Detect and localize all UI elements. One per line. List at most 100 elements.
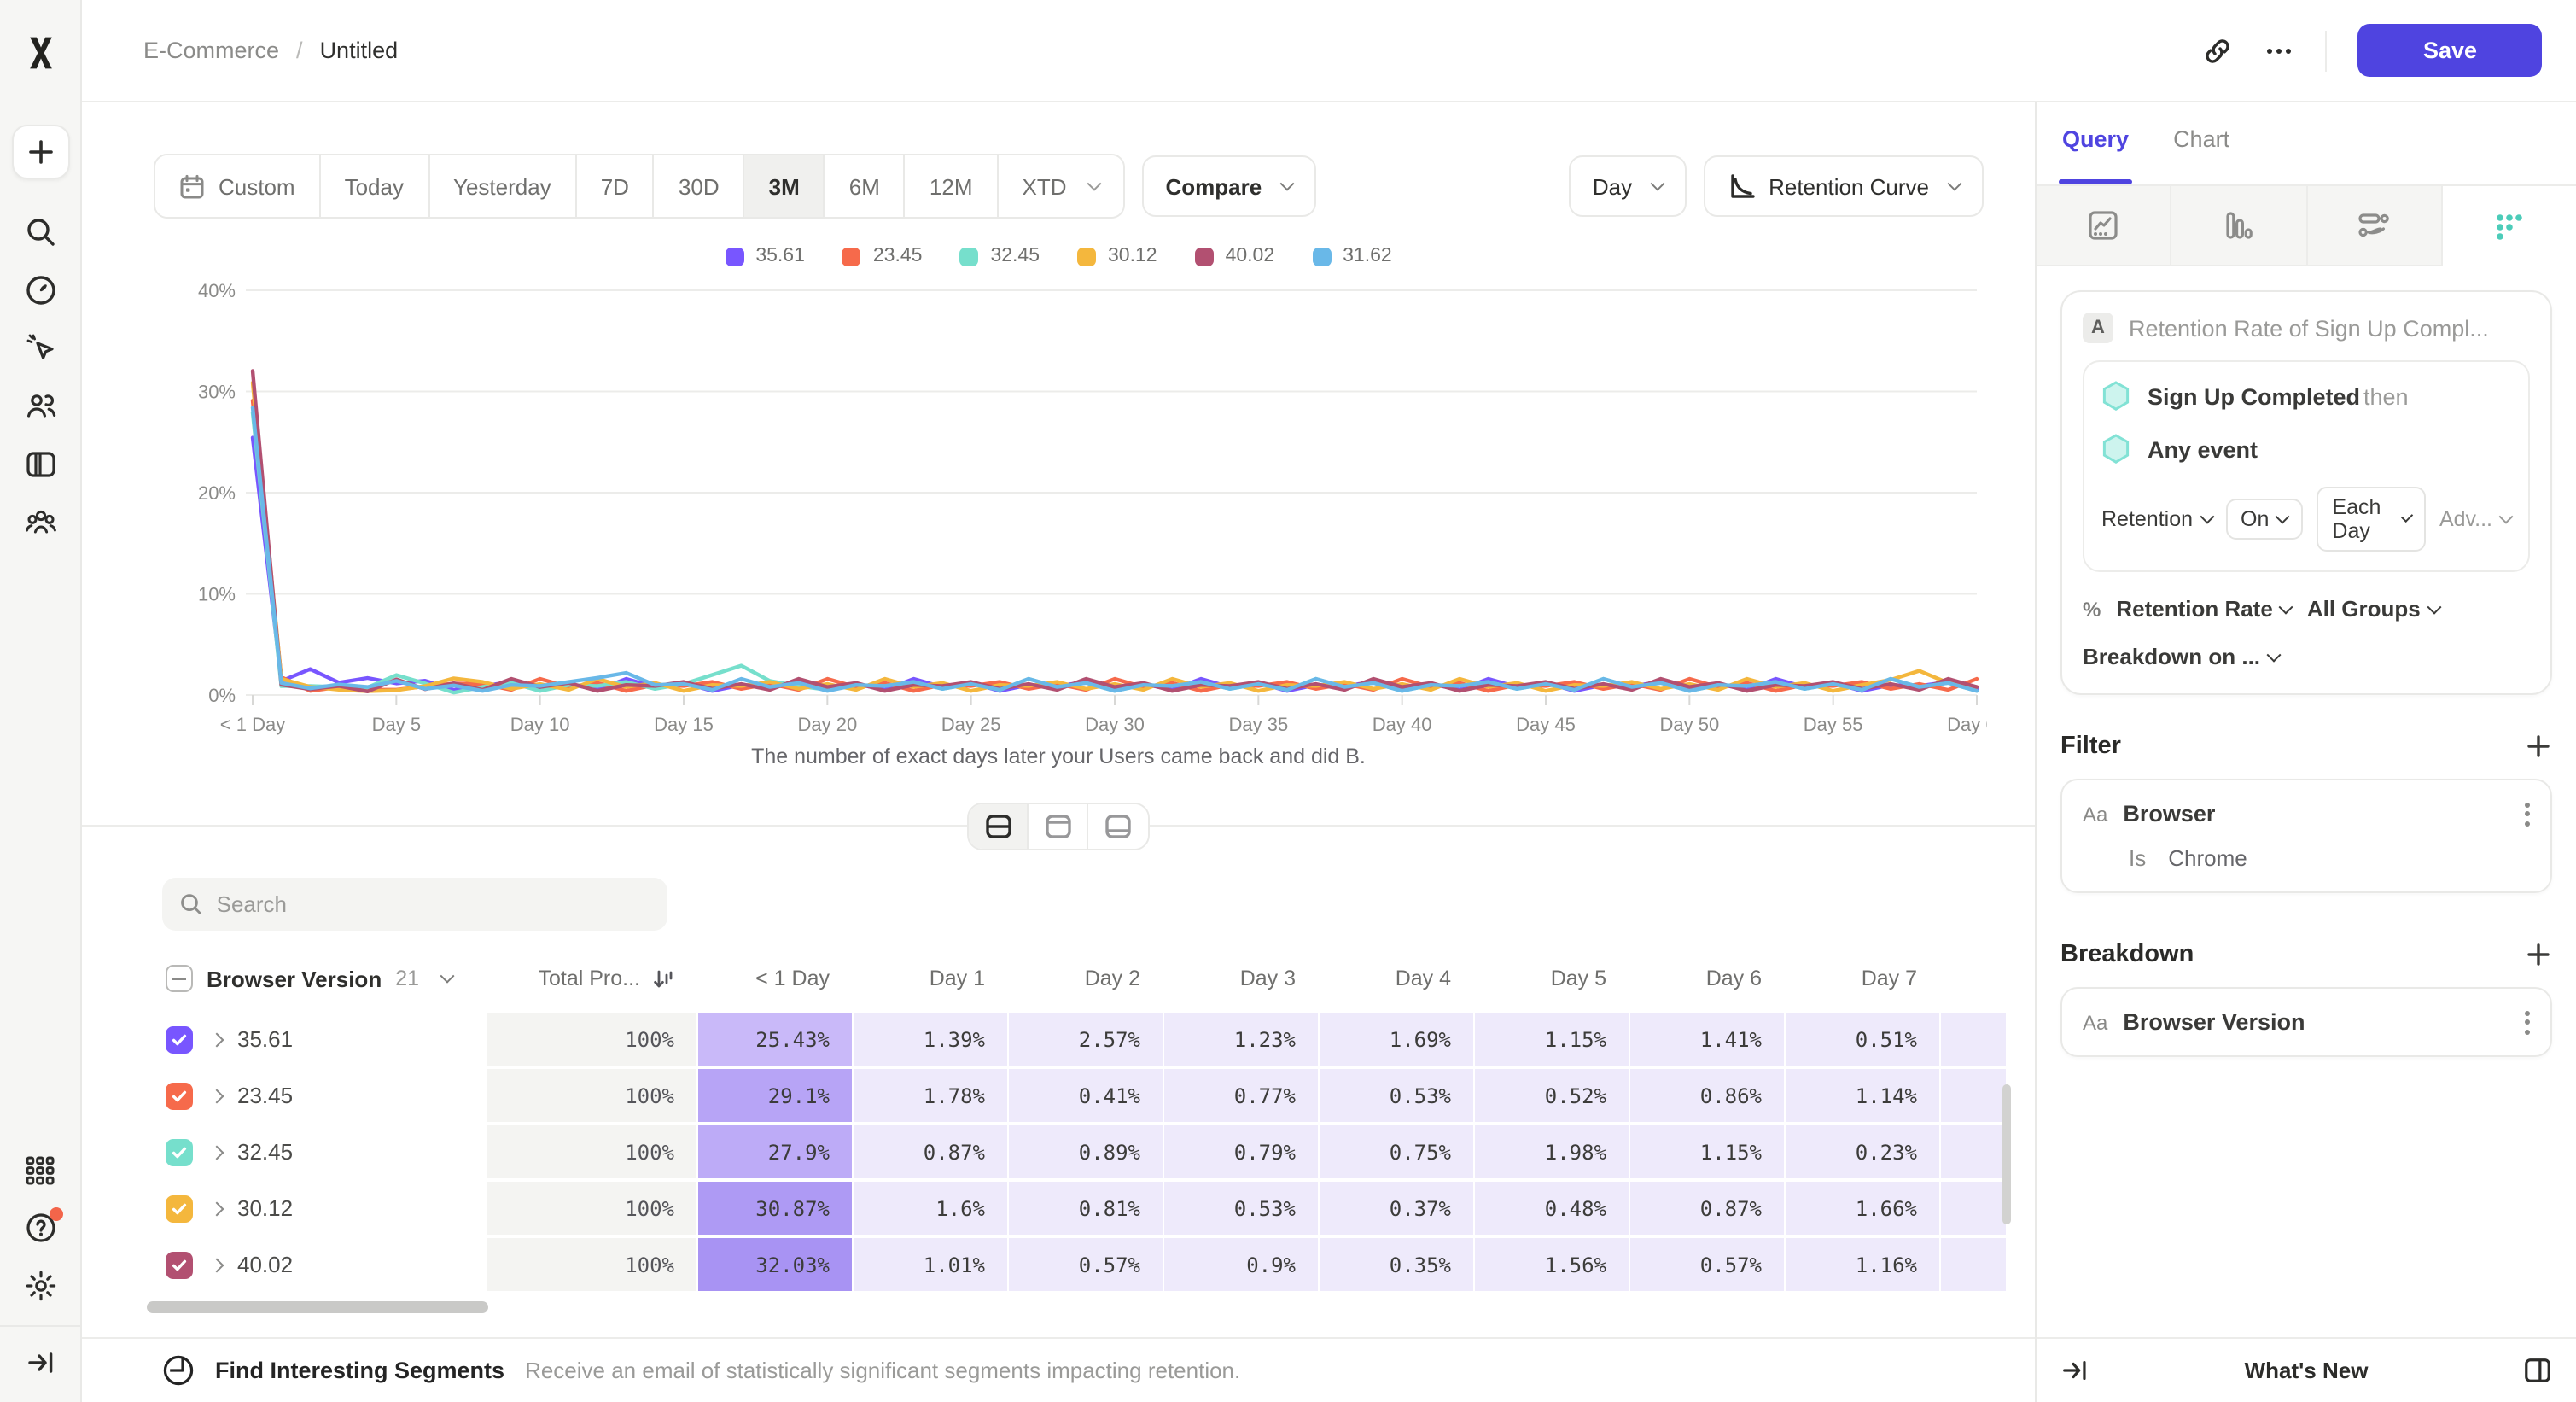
expand-row-icon[interactable] [208,1259,222,1270]
svg-text:Day 40: Day 40 [1373,714,1432,735]
day-column-header[interactable]: < 1 Day [696,955,852,1002]
day-column-header[interactable]: Day 3 [1163,955,1318,1002]
copy-link-icon[interactable] [2203,35,2234,66]
row-checkbox[interactable] [166,1025,193,1053]
chart-type-button[interactable]: Retention Curve [1704,155,1984,217]
filter-property[interactable]: Browser [2123,801,2215,827]
collapse-panel-icon[interactable] [2060,1356,2089,1385]
row-label: 32.45 [237,1139,293,1165]
on-dropdown[interactable]: On [2225,499,2303,540]
day-column-header[interactable]: Day 4 [1318,955,1473,1002]
users-icon[interactable] [11,381,69,432]
layout-columns-icon[interactable] [2523,1356,2552,1385]
mixpanel-logo-icon[interactable] [11,27,69,79]
retention-cell: 27.9% [696,1125,852,1182]
legend-item-31.62[interactable]: 31.62 [1312,246,1392,266]
each-day-dropdown[interactable]: Each Day [2317,487,2426,552]
retention-type-dropdown[interactable]: Retention [2101,507,2212,531]
day-column-header[interactable] [1939,955,2006,1002]
row-checkbox[interactable] [166,1082,193,1109]
range-yesterday[interactable]: Yesterday [429,155,577,217]
boards-icon[interactable] [11,439,69,490]
legend-item-35.61[interactable]: 35.61 [725,246,805,266]
range-6m[interactable]: 6M [825,155,906,217]
range-30d[interactable]: 30D [655,155,745,217]
find-segments-link[interactable]: Find Interesting Segments [215,1358,504,1383]
range-today[interactable]: Today [321,155,429,217]
day-column-header[interactable]: Day 6 [1629,955,1784,1002]
filter-value[interactable]: Chrome [2168,845,2247,871]
tab-chart[interactable]: Chart [2173,126,2229,184]
day-column-header[interactable]: Day 7 [1784,955,1939,1002]
filter-card[interactable]: Aa Browser Is Chrome [2060,779,2552,893]
kebab-menu-icon[interactable] [2525,802,2530,826]
retention-cell: 0.9% [1163,1238,1318,1294]
breakdown-card[interactable]: Aa Browser Version [2060,987,2552,1057]
groups-dropdown[interactable]: All Groups [2307,596,2439,622]
breakdown-property[interactable]: Browser Version [2123,1009,2305,1035]
save-button[interactable]: Save [2358,24,2542,77]
horizontal-scrollbar[interactable] [147,1301,2008,1313]
collapse-sidebar-icon[interactable] [11,1337,69,1388]
advanced-dropdown[interactable]: Adv... [2439,507,2511,531]
discover-compass-icon[interactable] [11,265,69,316]
more-actions-icon[interactable] [2264,35,2295,66]
event-step-2[interactable]: Any event [2101,434,2511,464]
total-column-header[interactable]: Total Pro... [487,955,696,1002]
day-column-header[interactable]: Day 1 [852,955,1007,1002]
cohorts-icon[interactable] [11,497,69,548]
help-icon[interactable] [11,1202,69,1253]
range-xtd[interactable]: XTD [999,155,1123,217]
add-breakdown-icon[interactable] [2525,941,2552,968]
legend-item-30.12[interactable]: 30.12 [1077,246,1157,266]
measure-dropdown[interactable]: Retention Rate [2116,596,2291,622]
group-count: 21 [395,967,419,990]
legend-item-40.02[interactable]: 40.02 [1195,246,1275,266]
tab-query[interactable]: Query [2062,126,2129,184]
split-view-toggle[interactable] [969,804,1029,849]
whats-new-link[interactable]: What's New [2089,1358,2523,1383]
events-cursor-icon[interactable] [11,323,69,374]
expand-row-icon[interactable] [208,1034,222,1044]
expand-row-icon[interactable] [208,1203,222,1213]
breadcrumb-project[interactable]: E-Commerce [143,38,279,63]
query-title[interactable]: Retention Rate of Sign Up Compl... [2129,315,2489,341]
add-filter-icon[interactable] [2525,733,2552,760]
range-12m[interactable]: 12M [906,155,999,217]
range-7d[interactable]: 7D [577,155,655,217]
legend-item-23.45[interactable]: 23.45 [842,246,923,266]
compare-button[interactable]: Compare [1142,155,1317,217]
funnels-report-tab[interactable] [2172,186,2308,266]
apps-grid-icon[interactable] [11,1144,69,1195]
create-new-button[interactable] [11,125,69,179]
select-all-checkbox[interactable] [166,965,193,992]
row-checkbox[interactable] [166,1138,193,1165]
retention-cell: 0.53% [1163,1182,1318,1238]
group-column-header[interactable]: Browser Version [207,966,382,991]
day-column-header[interactable]: Day 5 [1473,955,1629,1002]
retention-report-tab[interactable] [2443,186,2576,266]
flows-report-tab[interactable] [2307,186,2443,266]
filter-operator[interactable]: Is [2129,845,2146,871]
search-nav-icon[interactable] [11,207,69,258]
granularity-button[interactable]: Day [1569,155,1687,217]
top-panel-view-toggle[interactable] [1029,804,1088,849]
insights-report-tab[interactable] [2037,186,2172,266]
bottom-panel-view-toggle[interactable] [1088,804,1148,849]
range-3m[interactable]: 3M [745,155,825,217]
expand-row-icon[interactable] [208,1147,222,1157]
sort-descending-icon[interactable] [652,967,674,990]
search-input[interactable] [217,891,650,917]
range-custom[interactable]: Custom [155,155,321,217]
breakdown-on-dropdown[interactable]: Breakdown on ... [2083,644,2530,669]
expand-row-icon[interactable] [208,1090,222,1101]
breadcrumb-doc-title[interactable]: Untitled [320,38,399,63]
legend-item-32.45[interactable]: 32.45 [959,246,1040,266]
event-step-1[interactable]: Sign Up Completedthen [2101,381,2511,412]
settings-gear-icon[interactable] [11,1260,69,1311]
row-checkbox[interactable] [166,1195,193,1222]
day-column-header[interactable]: Day 2 [1007,955,1163,1002]
row-checkbox[interactable] [166,1251,193,1278]
kebab-menu-icon[interactable] [2525,1010,2530,1034]
vertical-scrollbar[interactable] [2002,1084,2011,1224]
